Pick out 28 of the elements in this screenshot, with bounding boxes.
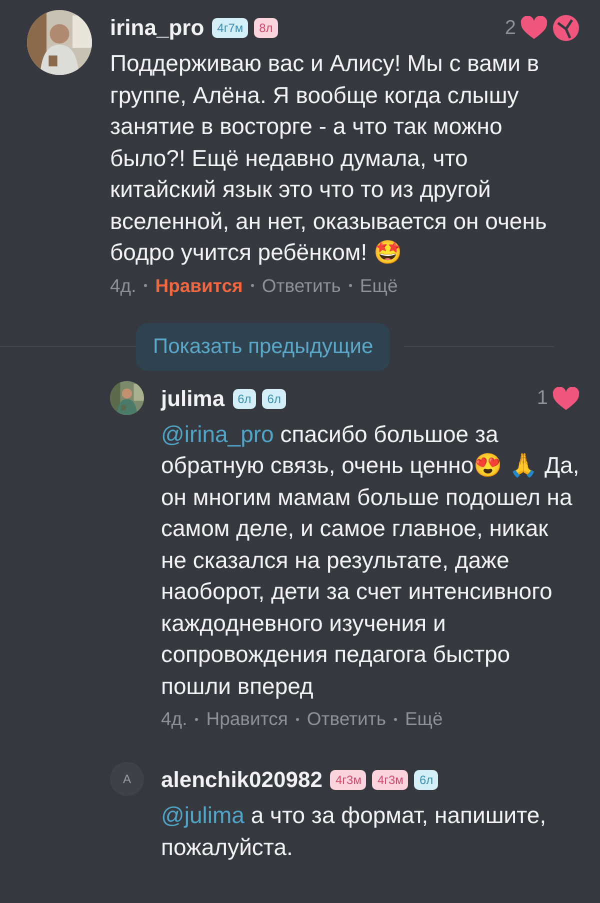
comment-text: @irina_pro спасибо большое за обратную связь, очень ценно😍 🙏 Да, он многим мамам больше подошел на самом деле, и самое главное, никак не сказался на результате, даже наоборот, дети за счет интенсивного каждодневного изучения и сопровождения педагога быстро пошли вперед bbox=[161, 420, 580, 701]
comment-action[interactable]: Ещё bbox=[360, 274, 398, 296]
age-badge: 6л bbox=[262, 388, 286, 408]
username[interactable]: alenchik020982 bbox=[161, 767, 322, 793]
age-badge: 6л bbox=[232, 388, 256, 408]
comment-action[interactable]: Ответить bbox=[262, 274, 341, 296]
show-previous-button[interactable]: Показать предыдущие bbox=[136, 322, 390, 370]
comment-time: 4д. bbox=[161, 708, 188, 730]
age-badge: 4г3м bbox=[372, 770, 408, 790]
age-badge: 4г3м bbox=[330, 770, 366, 790]
comment-time: 4д. bbox=[110, 274, 136, 296]
age-badge: 4г7м bbox=[212, 18, 248, 38]
username[interactable]: irina_pro bbox=[110, 15, 204, 41]
like-count: 2 bbox=[504, 16, 516, 40]
comment-text: Поддерживаю вас и Алису! Мы с вами в группе, Алёна. Я вообще когда слышу занятие в восторге - а что так можно было?! Ещё недавно думала, что китайский язык это что то из другой вселенной, ан нет, оказывается он очень бодро учится ребёнком! 🤩 bbox=[110, 49, 548, 267]
heart-icon[interactable] bbox=[552, 386, 580, 410]
comment-action[interactable]: Ответить bbox=[306, 708, 386, 730]
avatar-letter: А bbox=[110, 762, 144, 796]
comment-action[interactable]: Нравится bbox=[206, 708, 288, 730]
like-count: 1 bbox=[536, 387, 548, 410]
age-badge: 6л bbox=[414, 770, 438, 790]
comment-action[interactable]: Нравится bbox=[155, 274, 243, 296]
comment-action[interactable]: Ещё bbox=[404, 708, 443, 730]
username[interactable]: julima bbox=[161, 386, 225, 412]
heart-icon[interactable] bbox=[520, 16, 548, 40]
flower-icon[interactable] bbox=[552, 14, 580, 42]
comment-text: @julima а что за формат, напишите, пожалуйста. bbox=[161, 801, 548, 862]
age-badge: 8л bbox=[254, 18, 278, 38]
